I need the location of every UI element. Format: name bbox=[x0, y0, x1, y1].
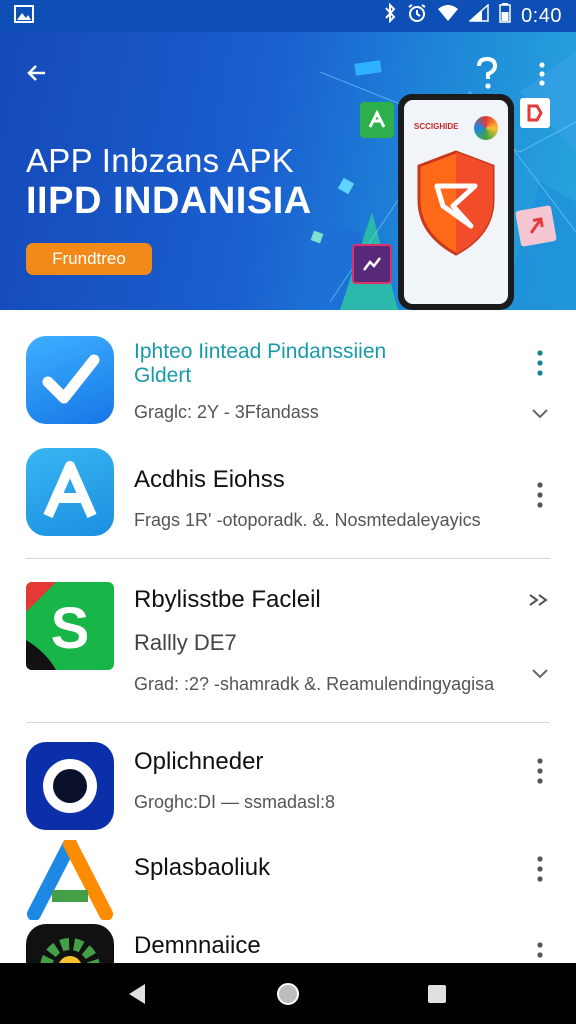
overflow-menu-button[interactable] bbox=[528, 56, 556, 92]
recents-square-icon bbox=[428, 985, 446, 1003]
chevron-right-icon[interactable] bbox=[528, 592, 550, 608]
app-name: Acdhis Eiohss bbox=[134, 466, 285, 493]
wifi-icon bbox=[437, 4, 459, 28]
divider bbox=[26, 722, 550, 723]
divider bbox=[26, 558, 550, 559]
blue-checkmark-icon bbox=[26, 336, 114, 424]
question-mark-icon bbox=[477, 56, 498, 89]
small-app-icon-green bbox=[360, 102, 394, 138]
more-options-button[interactable] bbox=[528, 852, 552, 886]
status-bar: 0:40 bbox=[0, 0, 576, 32]
back-arrow-icon bbox=[27, 65, 45, 81]
hero-action-button[interactable]: Frundtreo bbox=[26, 243, 152, 275]
more-vertical-icon bbox=[537, 350, 543, 376]
more-options-button[interactable] bbox=[528, 478, 552, 512]
list-item[interactable]: Splasbaoliuk bbox=[0, 837, 576, 928]
list-item[interactable]: Oplichneder Groghc:DI — ssmadasl:8 bbox=[0, 740, 576, 840]
hero-banner: SCCIGHIDE APP Inbzans APK IIPD INDANISIA… bbox=[0, 32, 576, 310]
nav-back-button[interactable] bbox=[124, 981, 150, 1007]
app-name: Demnnaiice bbox=[134, 932, 261, 959]
gear-icon bbox=[26, 924, 114, 963]
shield-icon bbox=[417, 150, 495, 256]
small-app-icon-pink bbox=[515, 205, 557, 247]
list-item[interactable]: S Rbylisstbe Facleil Rallly DE7 Grad: :2… bbox=[0, 580, 576, 710]
hero-title-line2: IIPD INDANISIA bbox=[26, 180, 312, 222]
more-options-button[interactable] bbox=[528, 346, 552, 380]
nav-recents-button[interactable] bbox=[424, 981, 450, 1007]
chevron-down-icon[interactable] bbox=[530, 406, 550, 422]
more-options-button[interactable] bbox=[528, 938, 552, 963]
small-app-icon-red bbox=[520, 98, 550, 128]
bluetooth-icon bbox=[383, 2, 397, 29]
app-meta: Groghc:DI — ssmadasl:8 bbox=[134, 792, 336, 812]
more-vertical-icon bbox=[537, 856, 543, 882]
letter-a-icon bbox=[26, 448, 114, 536]
small-app-icon-purple bbox=[352, 244, 392, 284]
more-vertical-icon bbox=[539, 62, 545, 86]
signal-icon bbox=[468, 3, 489, 28]
phone-screen-label: SCCIGHIDE bbox=[414, 122, 459, 131]
triangle-a-icon bbox=[26, 837, 114, 921]
app-subtitle: Rallly DE7 bbox=[134, 630, 237, 655]
help-button[interactable] bbox=[470, 54, 504, 92]
app-name: Rbylisstbe Facleil bbox=[134, 586, 321, 613]
back-triangle-icon bbox=[129, 984, 145, 1004]
more-vertical-icon bbox=[537, 758, 543, 784]
list-item[interactable]: Acdhis Eiohss Frags 1R' -otoporadk. &. N… bbox=[0, 444, 576, 544]
alarm-icon bbox=[407, 3, 427, 29]
phone-mini-logo bbox=[474, 116, 498, 140]
nav-home-button[interactable] bbox=[275, 981, 301, 1007]
status-time: 0:40 bbox=[521, 4, 562, 27]
list-item[interactable]: Demnnaiice bbox=[0, 922, 576, 963]
back-button[interactable] bbox=[20, 56, 54, 90]
eye-icon bbox=[26, 742, 114, 830]
app-meta: Frags 1R' -otoporadk. &. Nosmtedaleyayic… bbox=[134, 510, 481, 530]
system-navigation-bar bbox=[0, 963, 576, 1024]
app-name: Splasbaoliuk bbox=[134, 854, 271, 881]
app-name: Oplichneder bbox=[134, 748, 264, 775]
app-meta: Graglc: 2Y - 3Ffandass bbox=[134, 402, 319, 422]
chevron-down-icon[interactable] bbox=[530, 666, 550, 682]
more-vertical-icon bbox=[537, 942, 543, 958]
photo-notification-icon bbox=[14, 4, 34, 28]
dollar-s-icon: S bbox=[26, 582, 114, 670]
more-vertical-icon bbox=[537, 482, 543, 508]
home-circle-icon bbox=[277, 983, 299, 1005]
more-options-button[interactable] bbox=[528, 754, 552, 788]
app-name-line2: Gldert bbox=[134, 364, 192, 387]
hero-title-line1: APP Inbzans APK bbox=[26, 142, 295, 179]
battery-icon bbox=[499, 3, 511, 29]
list-item[interactable]: Iphteo Iintead Pindanssiien Gldert Gragl… bbox=[0, 334, 576, 434]
svg-text:S: S bbox=[51, 596, 90, 661]
app-meta: Grad: :2? -shamradk &. Reamulendingyagis… bbox=[134, 674, 495, 694]
app-name: Iphteo Iintead Pindanssiien bbox=[134, 340, 387, 363]
phone-illustration: SCCIGHIDE bbox=[398, 94, 514, 310]
